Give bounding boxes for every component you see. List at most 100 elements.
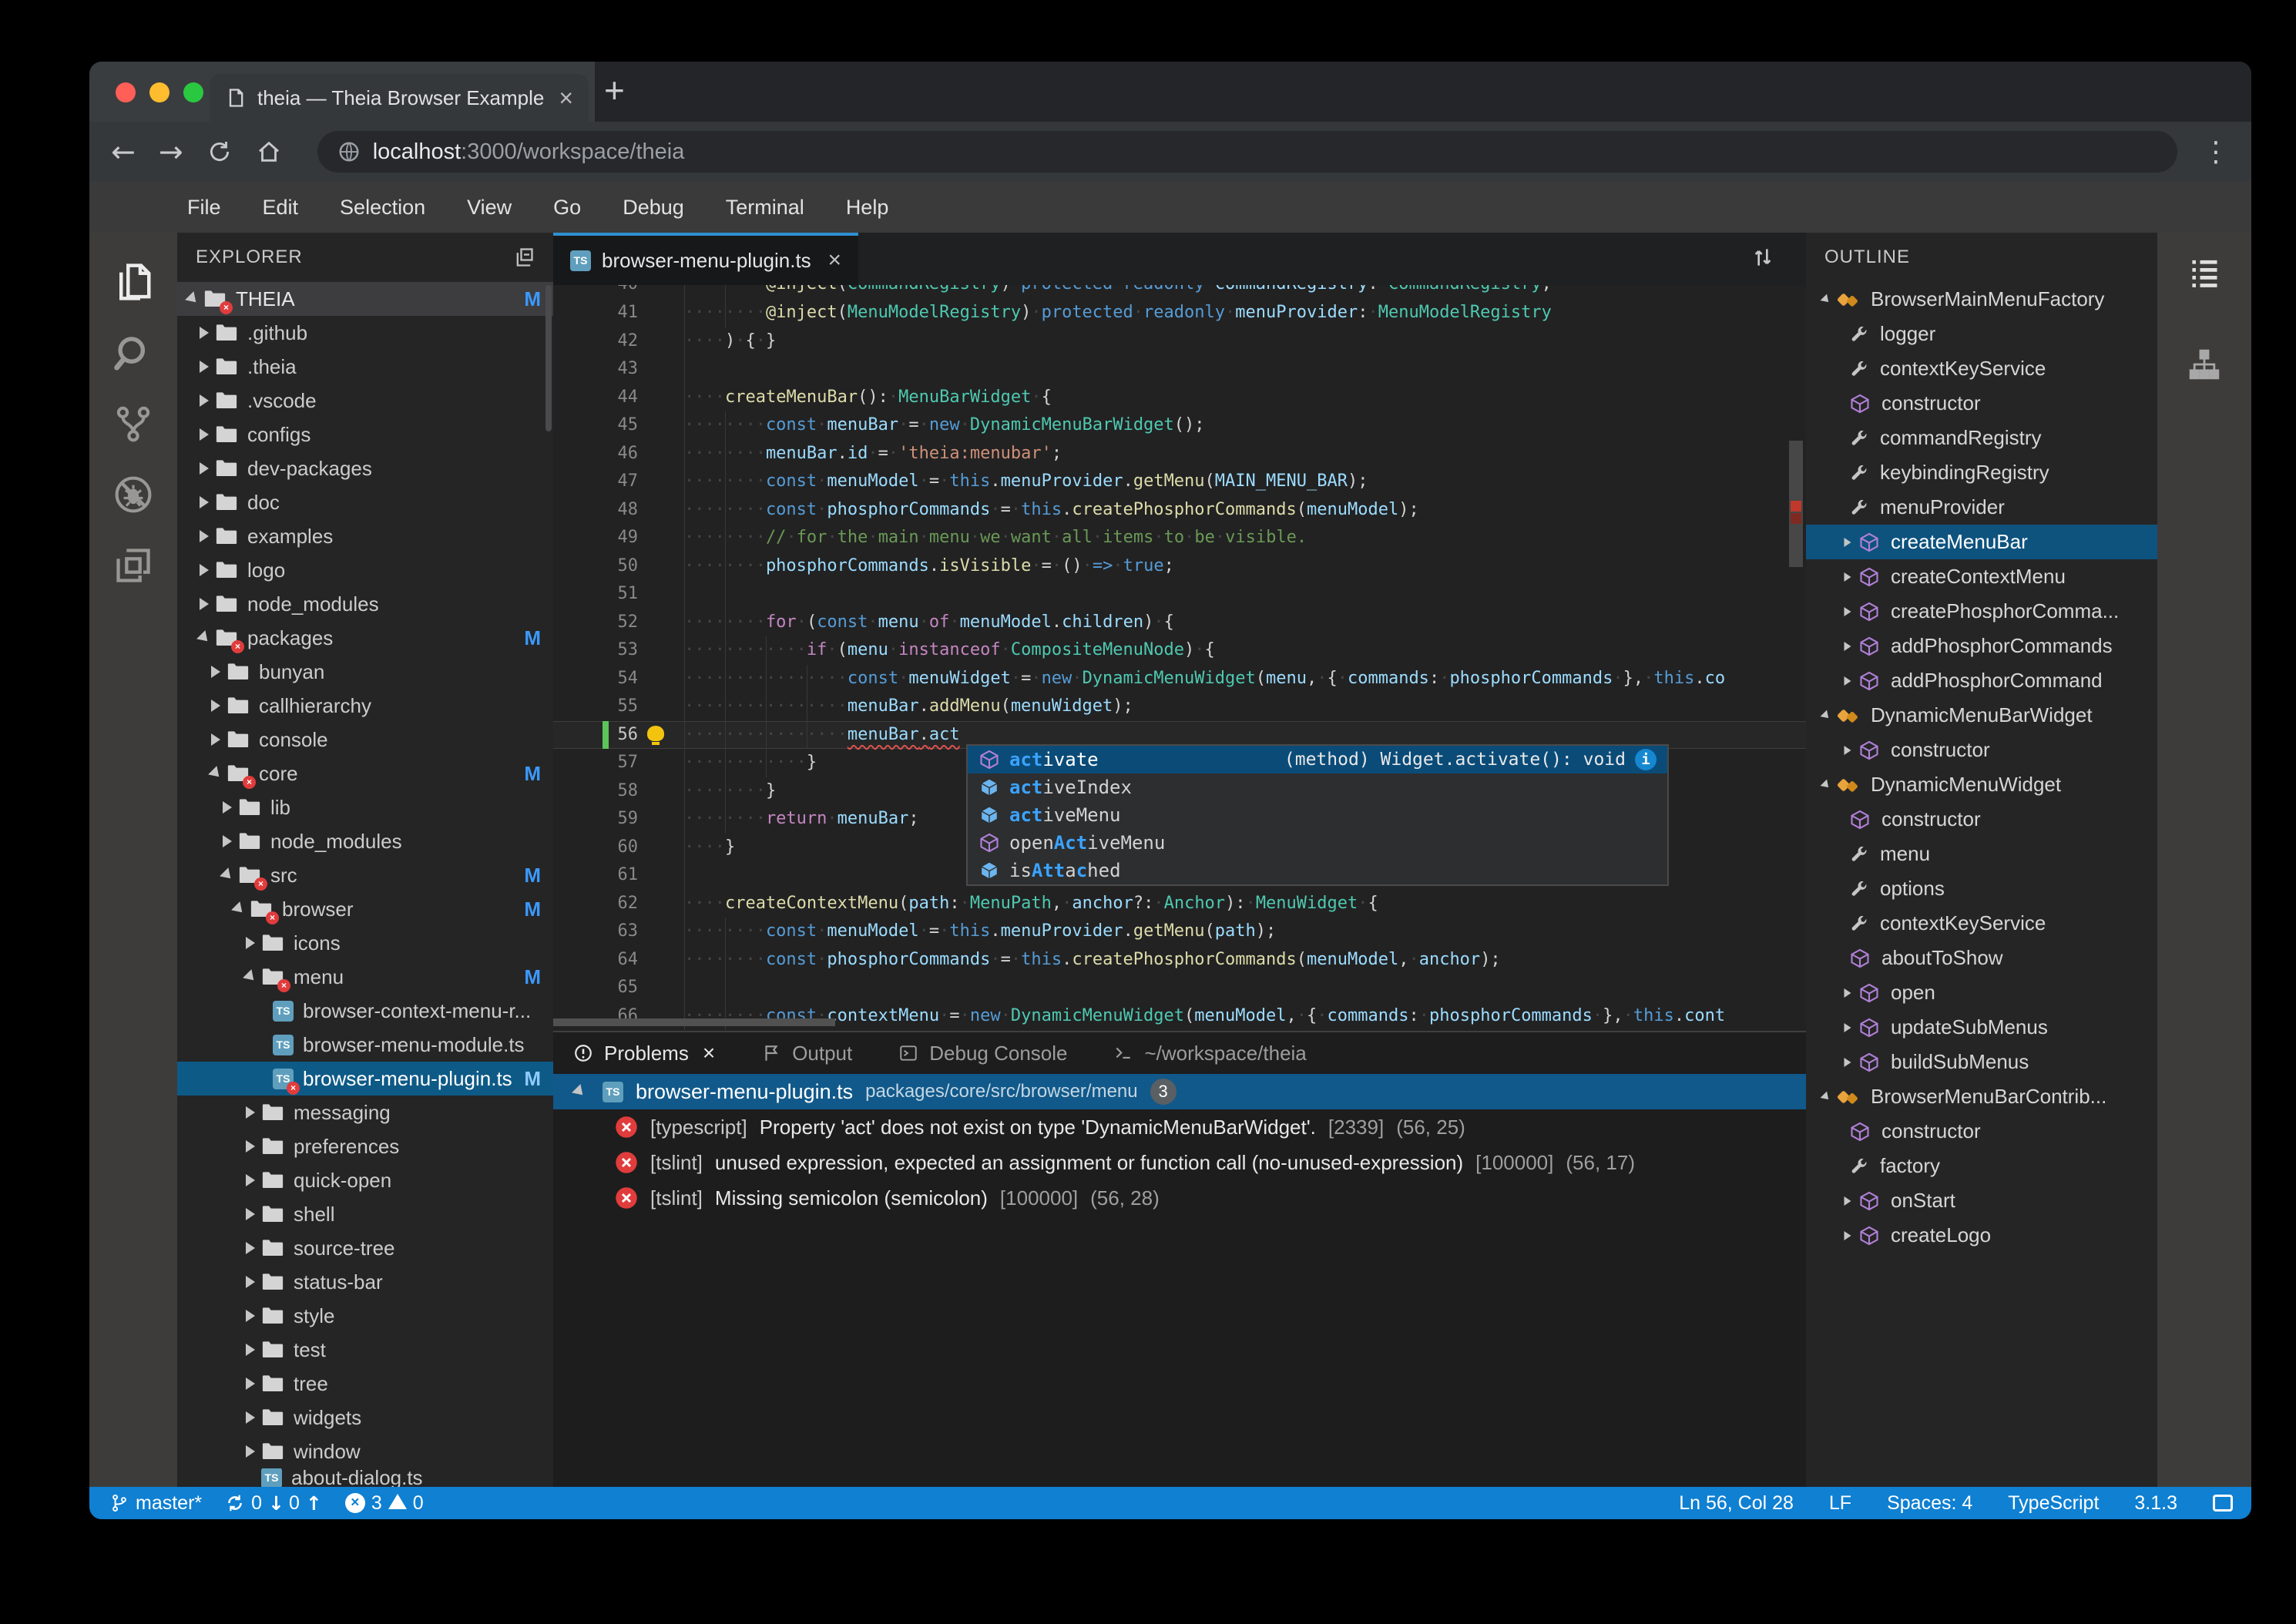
panel-tab-close-icon[interactable]: × [703, 1041, 715, 1065]
outline-item-createMenuBar[interactable]: createMenuBar [1806, 525, 2157, 559]
chevron-collapsed-icon[interactable] [193, 394, 215, 407]
chevron-collapsed-icon[interactable] [193, 428, 215, 441]
problems-file-row[interactable]: TS browser-menu-plugin.ts packages/core/… [553, 1074, 1806, 1109]
outline-item-buildSubMenus[interactable]: buildSubMenus [1806, 1045, 2157, 1079]
expand-icon[interactable] [569, 1084, 590, 1099]
menu-item-terminal[interactable]: Terminal [705, 196, 825, 220]
tree-item-lib[interactable]: lib [177, 790, 553, 824]
suggest-item[interactable]: activate (method) Widget.activate(): void… [968, 746, 1667, 773]
url-text[interactable]: localhost:3000/workspace/theia [373, 139, 685, 165]
chevron-expanded-icon[interactable] [1818, 1091, 1834, 1102]
chevron-collapsed-icon[interactable] [1840, 572, 1856, 582]
chevron-collapsed-icon[interactable] [240, 1106, 261, 1119]
menu-item-edit[interactable]: Edit [242, 196, 320, 220]
chevron-collapsed-icon[interactable] [193, 327, 215, 339]
code-line-42[interactable]: 42 ····)·{·} [553, 327, 1806, 356]
new-tab-button[interactable]: + [604, 69, 625, 111]
tab-close-icon[interactable]: × [559, 86, 573, 110]
browser-tab[interactable]: theia — Theia Browser Example × [210, 74, 589, 122]
suggest-item[interactable]: isAttached [968, 857, 1667, 884]
outline-item-constructor[interactable]: constructor [1806, 733, 2157, 767]
activity-files-icon[interactable] [89, 248, 177, 319]
code-line-46[interactable]: 46 ········menuBar.id·=·'theia:menubar'; [553, 440, 1806, 468]
menu-item-go[interactable]: Go [532, 196, 602, 220]
chevron-collapsed-icon[interactable] [240, 1344, 261, 1356]
chevron-collapsed-icon[interactable] [193, 564, 215, 576]
chevron-collapsed-icon[interactable] [193, 496, 215, 508]
chevron-expanded-icon[interactable] [1818, 710, 1834, 721]
menu-item-view[interactable]: View [446, 196, 532, 220]
code-line-48[interactable]: 48 ········const·phosphorCommands·=·this.… [553, 496, 1806, 525]
tree-item-browser-menu-plugin.ts[interactable]: TS × browser-menu-plugin.ts M [177, 1062, 553, 1096]
info-icon[interactable]: i [1635, 749, 1657, 770]
chevron-expanded-icon[interactable] [217, 867, 238, 883]
menu-item-debug[interactable]: Debug [602, 196, 705, 220]
code-editor[interactable]: 40········@inject(CommandRegistry)·prote… [553, 285, 1806, 1031]
outline-item-constructor[interactable]: constructor [1806, 802, 2157, 837]
outline-item-createLogo[interactable]: createLogo [1806, 1218, 2157, 1253]
chevron-collapsed-icon[interactable] [193, 361, 215, 373]
chevron-expanded-icon[interactable] [1818, 779, 1834, 790]
chevron-collapsed-icon[interactable] [240, 1174, 261, 1186]
language-indicator[interactable]: TypeScript [2008, 1492, 2099, 1515]
chevron-collapsed-icon[interactable] [1840, 1022, 1856, 1032]
chevron-collapsed-icon[interactable] [240, 937, 261, 949]
outline-item-constructor[interactable]: constructor [1806, 386, 2157, 421]
outline-item-updateSubMenus[interactable]: updateSubMenus [1806, 1010, 2157, 1045]
tree-item-packages[interactable]: × packages M [177, 621, 553, 655]
chevron-collapsed-icon[interactable] [240, 1140, 261, 1153]
chevron-collapsed-icon[interactable] [193, 530, 215, 542]
chevron-expanded-icon[interactable] [205, 766, 227, 781]
tree-item-THEIA[interactable]: × THEIA M [177, 282, 553, 316]
code-line-41[interactable]: 41 ········@inject(MenuModelRegistry)·pro… [553, 299, 1806, 327]
tree-item-doc[interactable]: doc [177, 485, 553, 519]
chevron-collapsed-icon[interactable] [193, 598, 215, 610]
outline-item-onStart[interactable]: onStart [1806, 1183, 2157, 1218]
chevron-collapsed-icon[interactable] [1840, 745, 1856, 755]
chevron-expanded-icon[interactable] [182, 291, 203, 307]
tree-item-node_modules[interactable]: node_modules [177, 587, 553, 621]
activity-debug-disabled-icon[interactable] [89, 461, 177, 532]
lightbulb-icon[interactable] [647, 725, 664, 745]
code-line-55[interactable]: 55 ················menuBar.addMenu(menuWi… [553, 693, 1806, 721]
indentation-indicator[interactable]: Spaces: 4 [1887, 1492, 1972, 1515]
code-line-63[interactable]: 63 ········const·menuModel·=·this.menuPro… [553, 918, 1806, 946]
chevron-collapsed-icon[interactable] [217, 801, 238, 814]
outline-item-aboutToShow[interactable]: aboutToShow [1806, 941, 2157, 975]
suggest-item[interactable]: activeMenu [968, 801, 1667, 829]
code-line-52[interactable]: 52 ········for·(const·menu·of·menuModel.c… [553, 609, 1806, 637]
tree-item-status-bar[interactable]: status-bar [177, 1265, 553, 1299]
code-line-45[interactable]: 45 ········const·menuBar·=·new·DynamicMen… [553, 411, 1806, 440]
code-line-50[interactable]: 50 ········phosphorCommands.isVisible·=·(… [553, 552, 1806, 581]
outline-item-addPhosphorCommands[interactable]: addPhosphorCommands [1806, 629, 2157, 663]
ts-version[interactable]: 3.1.3 [2134, 1492, 2177, 1515]
tree-item-window[interactable]: window [177, 1434, 553, 1468]
chevron-collapsed-icon[interactable] [205, 700, 227, 712]
chevron-collapsed-icon[interactable] [240, 1377, 261, 1390]
tree-item-test[interactable]: test [177, 1333, 553, 1367]
outline-item-menu[interactable]: menu [1806, 837, 2157, 871]
chevron-collapsed-icon[interactable] [193, 462, 215, 475]
menu-item-selection[interactable]: Selection [319, 196, 446, 220]
explorer-scrollbar[interactable] [545, 285, 552, 431]
suggest-item[interactable]: activeIndex [968, 773, 1667, 801]
outline-item-options[interactable]: options [1806, 871, 2157, 906]
chevron-expanded-icon[interactable] [193, 630, 215, 646]
tree-item-widgets[interactable]: widgets [177, 1401, 553, 1434]
tree-item-console[interactable]: console [177, 723, 553, 757]
chevron-collapsed-icon[interactable] [1840, 641, 1856, 651]
browser-menu-icon[interactable]: ⋮ [2202, 136, 2230, 168]
code-line-53[interactable]: 53 ············if·(menu·instanceof·Compos… [553, 636, 1806, 665]
panel-tab-output[interactable]: Output [761, 1042, 852, 1065]
chevron-collapsed-icon[interactable] [240, 1310, 261, 1322]
right-activity-outline-list-icon[interactable] [2187, 256, 2221, 294]
activity-search-icon[interactable] [89, 319, 177, 390]
outline-item-DynamicMenuWidget[interactable]: DynamicMenuWidget [1806, 767, 2157, 802]
code-line-51[interactable]: 51 [553, 580, 1806, 609]
editor-tab[interactable]: TS browser-menu-plugin.ts × [553, 233, 858, 285]
code-line-65[interactable]: 65 [553, 974, 1806, 1002]
tree-item-.theia[interactable]: .theia [177, 350, 553, 384]
chevron-collapsed-icon[interactable] [205, 666, 227, 678]
tree-item-browser-context-menu-r...[interactable]: TS browser-context-menu-r... [177, 994, 553, 1028]
outline-item-BrowserMenuBarContrib...[interactable]: BrowserMenuBarContrib... [1806, 1079, 2157, 1114]
